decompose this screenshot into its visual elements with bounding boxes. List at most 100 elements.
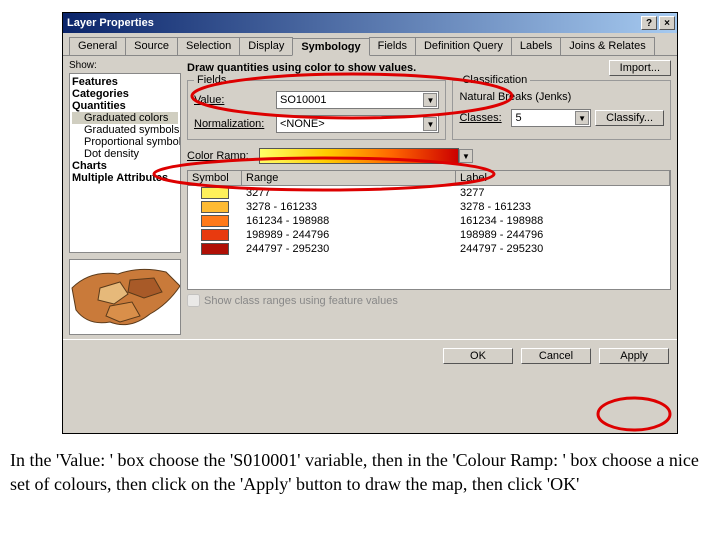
tab-display[interactable]: Display (239, 37, 293, 55)
normalization-label: Normalization: (194, 118, 272, 130)
cap-t: variable, then in the (300, 450, 452, 470)
instruction-caption: In the 'Value: ' box choose the 'S010001… (10, 448, 710, 497)
table-row[interactable]: 244797 - 295230244797 - 295230 (188, 242, 670, 256)
tree-proportional-symbols[interactable]: Proportional symbols (72, 136, 178, 148)
cap-v: 'Value: ' (56, 450, 113, 470)
range-cell: 244797 - 295230 (242, 243, 456, 255)
normalization-select[interactable]: <NONE> ▼ (276, 115, 439, 133)
tab-joins-relates[interactable]: Joins & Relates (560, 37, 654, 55)
tree-categories[interactable]: Categories (72, 88, 178, 100)
color-swatch (201, 229, 229, 241)
tree-quantities[interactable]: Quantities (72, 100, 178, 112)
titlebar: Layer Properties ? × (63, 13, 677, 33)
range-cell: 198989 - 244796 (242, 229, 456, 241)
tab-source[interactable]: Source (125, 37, 178, 55)
window-title: Layer Properties (67, 17, 154, 29)
value-select[interactable]: SO10001 ▼ (276, 91, 439, 109)
show-tree[interactable]: Features Categories Quantities Graduated… (69, 73, 181, 253)
normalization-select-text: <NONE> (280, 118, 325, 130)
cap-v: 'Apply' (240, 474, 292, 494)
tab-fields[interactable]: Fields (369, 37, 416, 55)
right-pane: Draw quantities using color to show valu… (187, 60, 671, 335)
table-body: 327732773278 - 1612333278 - 161233161234… (188, 186, 670, 256)
cancel-button[interactable]: Cancel (521, 348, 591, 364)
classify-button[interactable]: Classify... (595, 110, 664, 126)
tab-symbology[interactable]: Symbology (292, 38, 369, 56)
color-ramp-row: Color Ramp: ▼ (187, 148, 671, 164)
tree-multiple-attributes[interactable]: Multiple Attributes (72, 172, 178, 184)
value-select-text: SO10001 (280, 94, 326, 106)
color-swatch (201, 243, 229, 255)
table-row[interactable]: 32773277 (188, 186, 670, 200)
left-pane: Show: Features Categories Quantities Gra… (69, 60, 181, 335)
tab-definition-query[interactable]: Definition Query (415, 37, 512, 55)
label-cell: 198989 - 244796 (456, 229, 670, 241)
dropdown-arrow-icon: ▼ (423, 93, 437, 107)
color-swatch (201, 215, 229, 227)
color-ramp-select[interactable]: ▼ (259, 148, 459, 164)
range-cell: 161234 - 198988 (242, 215, 456, 227)
range-cell: 3278 - 161233 (242, 201, 456, 213)
help-button[interactable]: ? (641, 16, 657, 30)
dropdown-arrow-icon: ▼ (423, 117, 437, 131)
classes-value: 5 (515, 112, 521, 124)
color-ramp-label: Color Ramp: (187, 150, 253, 162)
tab-selection[interactable]: Selection (177, 37, 240, 55)
color-swatch (201, 187, 229, 199)
cap-t: box choose the (113, 450, 230, 470)
map-preview (69, 259, 181, 335)
apply-button[interactable]: Apply (599, 348, 669, 364)
classification-group: Classification Natural Breaks (Jenks) Cl… (452, 80, 671, 140)
show-ranges-label: Show class ranges using feature values (204, 295, 398, 307)
tree-graduated-colors[interactable]: Graduated colors (72, 112, 178, 124)
layer-properties-dialog: Layer Properties ? × General Source Sele… (62, 12, 678, 434)
tree-graduated-symbols[interactable]: Graduated symbols (72, 124, 178, 136)
table-header: Symbol Range Label (188, 171, 670, 186)
tree-dot-density[interactable]: Dot density (72, 148, 178, 160)
fields-legend: Fields (194, 74, 229, 86)
cap-t: In the (10, 450, 56, 470)
label-cell: 244797 - 295230 (456, 243, 670, 255)
tab-general[interactable]: General (69, 37, 126, 55)
fields-group: Fields Value: SO10001 ▼ Normalization: < (187, 80, 446, 140)
range-cell: 3277 (242, 187, 456, 199)
tab-bar: General Source Selection Display Symbolo… (63, 33, 677, 56)
draw-description-row: Draw quantities using color to show valu… (187, 60, 671, 76)
tree-features[interactable]: Features (72, 76, 178, 88)
dropdown-arrow-icon: ▼ (575, 111, 589, 125)
import-button[interactable]: Import... (609, 60, 671, 76)
tree-charts[interactable]: Charts (72, 160, 178, 172)
classes-spinner[interactable]: 5 ▼ (511, 109, 591, 127)
tab-labels[interactable]: Labels (511, 37, 561, 55)
content-area: Show: Features Categories Quantities Gra… (63, 56, 677, 339)
classification-legend: Classification (459, 74, 530, 86)
table-row[interactable]: 198989 - 244796198989 - 244796 (188, 228, 670, 242)
cap-v: 'OK' (547, 474, 579, 494)
classification-method: Natural Breaks (Jenks) (459, 91, 664, 103)
dropdown-arrow-icon: ▼ (459, 149, 473, 163)
color-swatch (201, 201, 229, 213)
label-cell: 3277 (456, 187, 670, 199)
show-ranges-checkbox (187, 294, 200, 307)
page-root: Layer Properties ? × General Source Sele… (0, 0, 720, 540)
show-ranges-check-row: Show class ranges using feature values (187, 294, 671, 307)
draw-description: Draw quantities using color to show valu… (187, 62, 416, 74)
classes-table: Symbol Range Label 327732773278 - 161233… (187, 170, 671, 290)
show-label: Show: (69, 60, 181, 71)
dialog-button-bar: OK Cancel Apply (63, 339, 677, 372)
table-row[interactable]: 3278 - 1612333278 - 161233 (188, 200, 670, 214)
value-label: Value: (194, 94, 272, 106)
col-label[interactable]: Label (456, 171, 670, 185)
cap-t: button to draw the map, then click (291, 474, 546, 494)
col-symbol[interactable]: Symbol (188, 171, 242, 185)
fieldsets-row: Fields Value: SO10001 ▼ Normalization: < (187, 80, 671, 140)
ok-button[interactable]: OK (443, 348, 513, 364)
cap-v: 'Colour Ramp: ' (452, 450, 565, 470)
table-row[interactable]: 161234 - 198988161234 - 198988 (188, 214, 670, 228)
classes-label: Classes: (459, 112, 507, 124)
cap-v: 'S010001' (230, 450, 301, 470)
label-cell: 3278 - 161233 (456, 201, 670, 213)
close-button[interactable]: × (659, 16, 675, 30)
col-range[interactable]: Range (242, 171, 456, 185)
label-cell: 161234 - 198988 (456, 215, 670, 227)
